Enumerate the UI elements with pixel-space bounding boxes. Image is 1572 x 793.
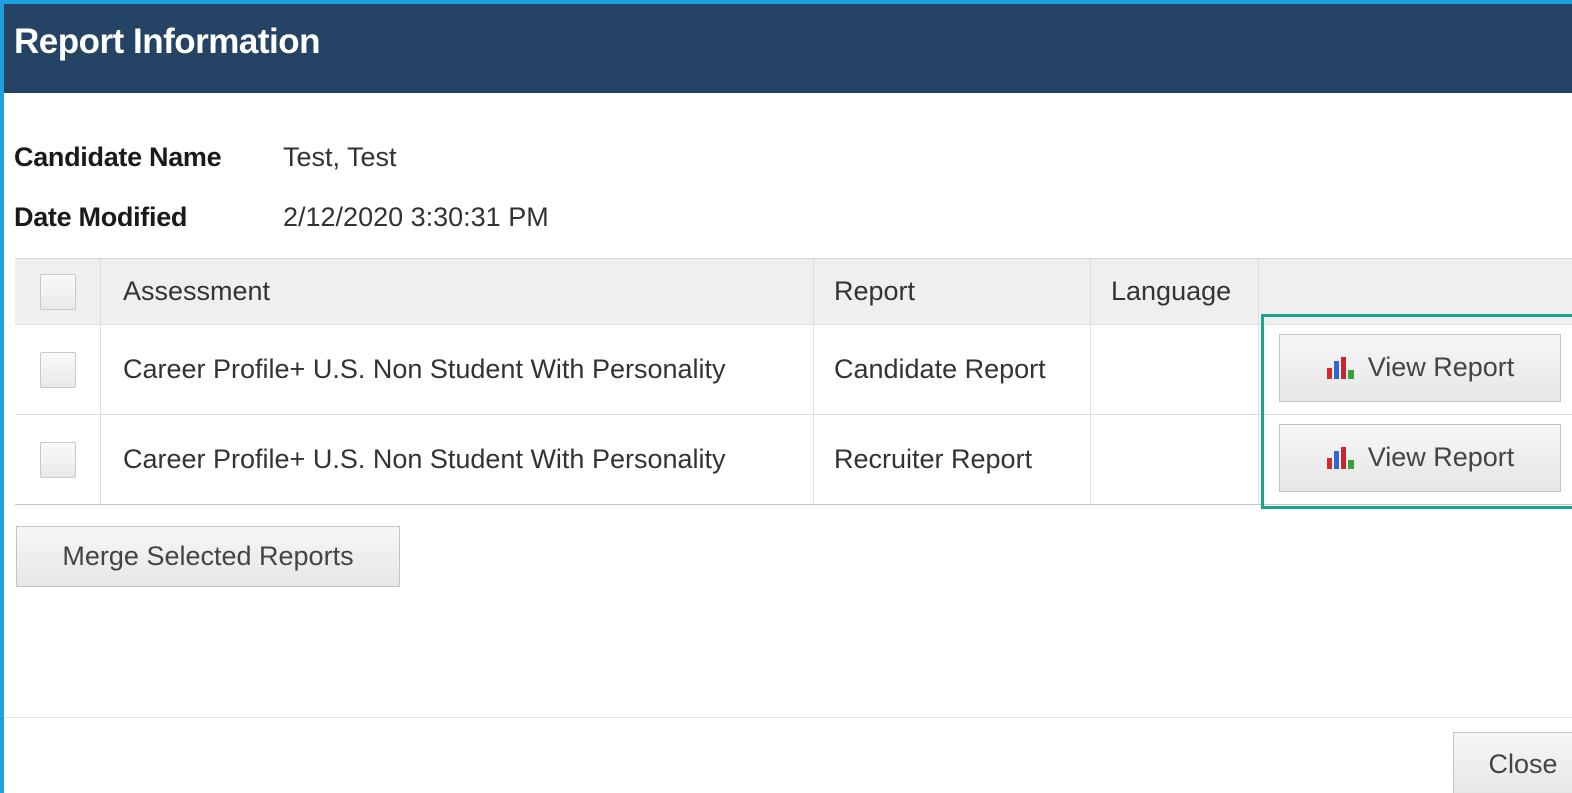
row-checkbox-cell <box>15 325 101 414</box>
action-cell: View Report <box>1259 415 1572 504</box>
assessment-cell: Career Profile+ U.S. Non Student With Pe… <box>101 325 814 414</box>
row-checkbox-cell <box>15 415 101 504</box>
header-checkbox-cell <box>15 259 101 324</box>
action-column-header <box>1259 259 1572 324</box>
assessment-column-header: Assessment <box>101 259 814 324</box>
date-modified-label: Date Modified <box>14 202 188 232</box>
assessment-cell: Career Profile+ U.S. Non Student With Pe… <box>101 415 814 504</box>
bar-chart-icon <box>1326 356 1354 379</box>
language-cell <box>1091 415 1259 504</box>
action-cell: View Report <box>1259 325 1572 414</box>
view-report-button[interactable]: View Report <box>1279 423 1561 492</box>
merge-selected-reports-button[interactable]: Merge Selected Reports <box>16 526 400 587</box>
table-header-row: Assessment Report Language <box>15 259 1572 325</box>
table-row: Career Profile+ U.S. Non Student With Pe… <box>15 325 1572 415</box>
dialog-header: Report Information <box>4 4 1572 93</box>
row-checkbox[interactable] <box>39 351 76 388</box>
footer-divider <box>4 717 1572 718</box>
view-report-label: View Report <box>1367 352 1515 382</box>
report-column-header: Report <box>814 259 1091 324</box>
table-row: Career Profile+ U.S. Non Student With Pe… <box>15 415 1572 504</box>
select-all-checkbox[interactable] <box>39 273 76 310</box>
view-report-button[interactable]: View Report <box>1279 333 1561 402</box>
date-modified-value: 2/12/2020 3:30:31 PM <box>283 202 549 232</box>
dialog-title: Report Information <box>14 22 320 61</box>
view-report-label: View Report <box>1367 442 1515 472</box>
reports-table: Assessment Report Language Career Profil… <box>15 258 1572 505</box>
language-column-header: Language <box>1091 259 1259 324</box>
report-cell: Recruiter Report <box>814 415 1091 504</box>
report-cell: Candidate Report <box>814 325 1091 414</box>
candidate-name-label: Candidate Name <box>14 142 222 172</box>
close-button[interactable]: Close <box>1453 732 1572 793</box>
candidate-name-value: Test, Test <box>283 142 397 172</box>
bar-chart-icon <box>1326 446 1354 469</box>
row-checkbox[interactable] <box>39 441 76 478</box>
language-cell <box>1091 325 1259 414</box>
report-information-dialog: Report Information Candidate Name Test, … <box>0 0 1572 793</box>
